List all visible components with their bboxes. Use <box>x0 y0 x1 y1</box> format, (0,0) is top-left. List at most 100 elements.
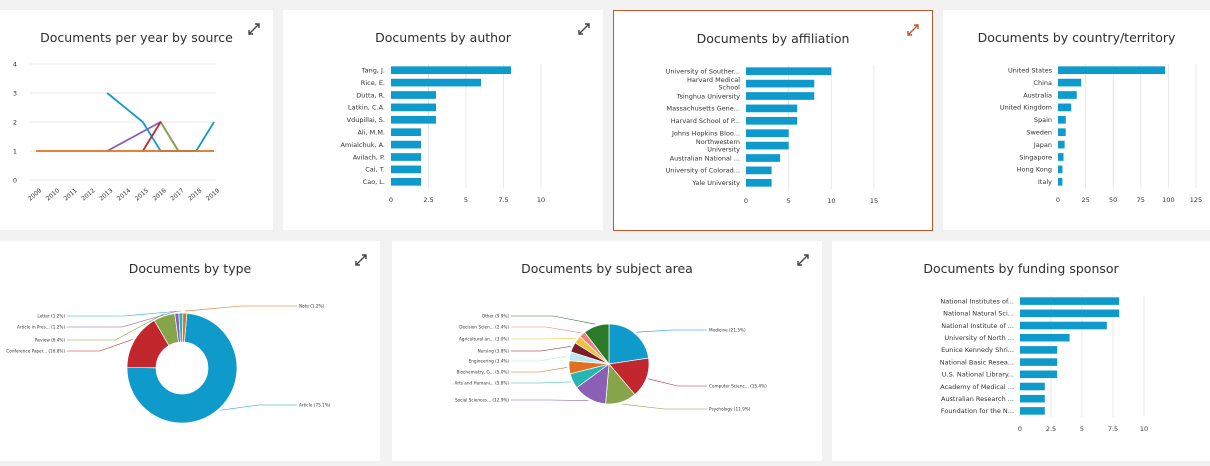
bar[interactable] <box>391 140 421 149</box>
label-leader <box>511 381 572 384</box>
label-leader <box>511 355 568 362</box>
chart-card-documents-by-funding-sponsor: Documents by funding sponsor 0 2.5 5 7.5 10 N… <box>832 241 1210 461</box>
y-tick-label: 1 <box>13 148 17 156</box>
x-tick-label: 2011 <box>63 187 79 202</box>
label-leader <box>184 305 297 312</box>
bar[interactable] <box>746 67 832 76</box>
pie-chart: Medicine (21.5%) Computer Scienc... (15.4… <box>455 314 768 412</box>
bar[interactable] <box>1020 297 1120 305</box>
bar[interactable] <box>746 92 815 100</box>
category-label: Dutta, R. <box>356 91 385 99</box>
category-label: Harvard School of P... <box>671 117 740 125</box>
category-label: U.S. National Library... <box>942 371 1014 379</box>
series-line[interactable] <box>159 121 180 152</box>
label-leader <box>621 403 707 410</box>
bar[interactable] <box>1020 394 1045 403</box>
bar[interactable] <box>1058 128 1066 137</box>
slice-label: Review (6.4%) <box>35 338 66 343</box>
bar[interactable] <box>1020 346 1058 354</box>
bar[interactable] <box>1058 115 1066 124</box>
category-label: China <box>1033 79 1052 87</box>
pie-slice[interactable] <box>608 323 649 365</box>
category-label: Yale University <box>691 179 740 187</box>
bar[interactable] <box>746 116 798 125</box>
slice-label: Conference Paper... (16.8%) <box>6 349 65 354</box>
x-tick-label: 0 <box>1056 196 1060 204</box>
bar[interactable] <box>746 178 772 187</box>
slice-label: Biochemistry, G... (5.0%) <box>456 370 509 375</box>
bar[interactable] <box>1058 78 1082 87</box>
bar[interactable] <box>1058 66 1166 75</box>
slice-label: Medicine (21.5%) <box>709 328 746 333</box>
bar-chart: 0 25 50 75 100 125 United States China Australia… <box>1000 64 1202 204</box>
bar[interactable] <box>391 153 421 161</box>
slice-label: Decision Scien... (2.4%) <box>459 325 509 330</box>
y-tick-label: 3 <box>13 90 17 98</box>
x-tick-label: 2013 <box>98 187 114 202</box>
bar[interactable] <box>1020 407 1045 415</box>
bar[interactable] <box>1020 309 1120 318</box>
x-tick-label: 100 <box>1162 196 1174 204</box>
bar[interactable] <box>391 78 481 87</box>
category-label: Academy of Medical ... <box>940 383 1014 391</box>
bar[interactable] <box>391 103 436 112</box>
chart-card-documents-by-author: Documents by author 0 2.5 5 7.5 10 Tang, J. Ri… <box>283 10 603 230</box>
x-tick-label: 15 <box>870 197 878 205</box>
bar[interactable] <box>391 165 421 174</box>
bar[interactable] <box>1058 91 1077 99</box>
x-tick-label: 2016 <box>152 187 168 202</box>
bar[interactable] <box>1020 358 1058 366</box>
bar[interactable] <box>1020 370 1058 379</box>
category-label: Australian National ... <box>670 154 740 162</box>
slice-label: Nursing (3.8%) <box>478 349 510 354</box>
chart-card-documents-by-subject-area: Documents by subject area Medicine (21.5… <box>392 241 822 461</box>
slice-label: Note (1.2%) <box>299 304 325 309</box>
x-tick-label: 5 <box>1080 425 1084 433</box>
bar[interactable] <box>746 129 789 138</box>
category-label: United Kingdom <box>1000 104 1052 112</box>
bar[interactable] <box>1020 333 1070 342</box>
bar[interactable] <box>746 79 815 88</box>
x-tick-label: 2.5 <box>1046 425 1056 433</box>
x-tick-label: 75 <box>1137 196 1145 204</box>
bar[interactable] <box>746 166 772 175</box>
category-label: Tsinghua University <box>676 92 741 100</box>
slice-label: Other (9.9%) <box>482 314 509 319</box>
bar[interactable] <box>391 91 436 99</box>
x-tick-label: 0 <box>744 197 748 205</box>
slice-label: Engineering (3.4%) <box>469 359 510 364</box>
bar[interactable] <box>746 104 798 113</box>
bar[interactable] <box>391 115 436 124</box>
label-leader <box>511 315 596 325</box>
x-tick-label: 5 <box>464 196 468 204</box>
slice-label: Psychology (11.9%) <box>709 407 751 412</box>
y-tick-label: 0 <box>13 177 17 185</box>
bar[interactable] <box>391 66 511 75</box>
x-tick-label: 125 <box>1190 196 1202 204</box>
bar[interactable] <box>1020 321 1107 330</box>
bar[interactable] <box>391 177 421 186</box>
bar[interactable] <box>746 154 781 162</box>
bar[interactable] <box>1058 103 1072 112</box>
label-leader <box>511 338 576 340</box>
x-tick-label: 50 <box>1109 196 1117 204</box>
category-label: Vdupillai, S. <box>347 116 385 124</box>
bar[interactable] <box>391 128 421 137</box>
bar[interactable] <box>1058 153 1064 161</box>
category-label: Australian Research ... <box>941 395 1014 403</box>
chart-card-documents-by-type: Documents by type Article (75.1%) Confere… <box>0 241 380 461</box>
category-label: Northwestern University <box>696 138 740 154</box>
bar[interactable] <box>1058 140 1065 149</box>
category-label: Hong Kong <box>1017 166 1052 174</box>
slice-label: Letter (1.2%) <box>37 314 65 319</box>
bar[interactable] <box>1020 382 1045 391</box>
x-tick-label: 2014 <box>116 187 132 202</box>
bar[interactable] <box>746 141 789 150</box>
category-label: National Natural Sci... <box>943 310 1014 318</box>
bar[interactable] <box>1058 165 1063 174</box>
category-label: Massachusetts Gene... <box>667 105 740 113</box>
bar-chart: 0 2.5 5 7.5 10 National Institutes of... Natio… <box>940 295 1148 433</box>
series-line[interactable] <box>106 120 180 152</box>
bar[interactable] <box>1058 177 1063 186</box>
bar-chart: 0 2.5 5 7.5 10 Tang, J. Rice, E. Dutta, R. Latki… <box>341 64 545 204</box>
